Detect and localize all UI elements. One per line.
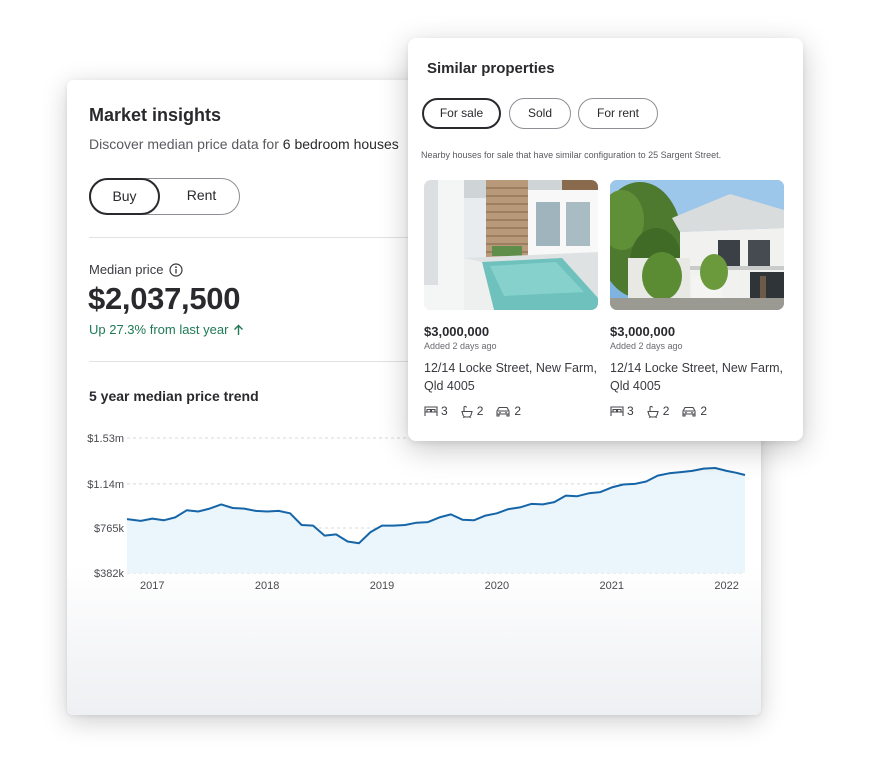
bath-icon [460,405,473,418]
bathrooms-feature: 2 [460,404,484,418]
bedrooms-count: 3 [627,404,634,418]
median-price-label-row: Median price [89,262,184,277]
similar-properties-description: Nearby houses for sale that have similar… [421,150,722,160]
parking-feature: 2 [681,404,707,418]
trend-chart-title: 5 year median price trend [89,388,259,404]
buy-rent-toggle: Buy Rent [89,178,240,215]
y-tick-label: $382k [94,568,124,580]
x-tick-label: 2021 [600,580,624,592]
y-tick-label: $765k [94,523,124,535]
listing-price: $3,000,000 [610,324,676,339]
queenslander-house-photo[interactable] [610,180,784,310]
car-icon [682,406,696,417]
x-tick-label: 2017 [140,580,164,592]
median-price-value: $2,037,500 [88,281,241,316]
x-tick-label: 2020 [485,580,509,592]
tab-sold[interactable]: Sold [509,98,571,129]
arrow-up-icon [234,324,244,335]
bathrooms-feature: 2 [646,404,670,418]
parking-count: 2 [514,404,522,418]
median-price-change: Up 27.3% from last year [89,322,244,337]
market-insights-title: Market insights [89,105,222,125]
listing-features: 3 2 2 [424,404,598,418]
parking-count: 2 [700,404,708,418]
market-insights-subtitle: Discover median price data for 6 bedroom… [89,136,399,152]
listing-card[interactable]: $3,000,000 Added 2 days ago 12/14 Locke … [424,180,598,418]
listing-added-date: Added 2 days ago [610,341,683,351]
similar-properties-title: Similar properties [427,60,555,77]
tab-for-rent[interactable]: For rent [578,98,658,129]
listing-added-date: Added 2 days ago [424,341,497,351]
x-tick-label: 2019 [370,580,394,592]
bedrooms-feature: 3 [424,404,448,418]
listing-address[interactable]: 12/14 Locke Street, New Farm, Qld 4005 [424,359,598,395]
modern-house-pool-photo[interactable] [424,180,598,310]
car-icon [496,406,510,417]
bed-icon [424,406,438,416]
bathrooms-count: 2 [476,404,484,418]
y-tick-label: $1.53m [87,433,124,445]
x-tick-label: 2022 [714,580,738,592]
similar-properties-card: Similar properties For sale Sold For ren… [408,38,803,441]
parking-feature: 2 [495,404,521,418]
listing-features: 3 2 2 [610,404,784,418]
listing-price: $3,000,000 [424,324,490,339]
bedrooms-count: 3 [441,404,448,418]
y-tick-label: $1.14m [87,479,124,491]
subtitle-property-type: 6 bedroom houses [282,136,399,152]
bed-icon [610,406,624,416]
bathrooms-count: 2 [662,404,670,418]
tab-for-sale[interactable]: For sale [422,98,501,129]
listing-card[interactable]: $3,000,000 Added 2 days ago 12/14 Locke … [610,180,784,418]
listing-address[interactable]: 12/14 Locke Street, New Farm, Qld 4005 [610,359,784,395]
rent-toggle-button[interactable]: Rent [162,178,241,215]
buy-toggle-button[interactable]: Buy [89,178,160,215]
bedrooms-feature: 3 [610,404,634,418]
subtitle-prefix: Discover median price data for [89,136,283,152]
x-tick-label: 2018 [255,580,279,592]
info-icon[interactable] [169,262,184,277]
median-price-change-text: Up 27.3% from last year [89,322,229,337]
price-trend-chart: $1.53m $1.14m $765k $382k 2017 2018 2019 2020 20… [87,433,746,592]
bath-icon [646,405,659,418]
median-price-label: Median price [89,262,164,277]
